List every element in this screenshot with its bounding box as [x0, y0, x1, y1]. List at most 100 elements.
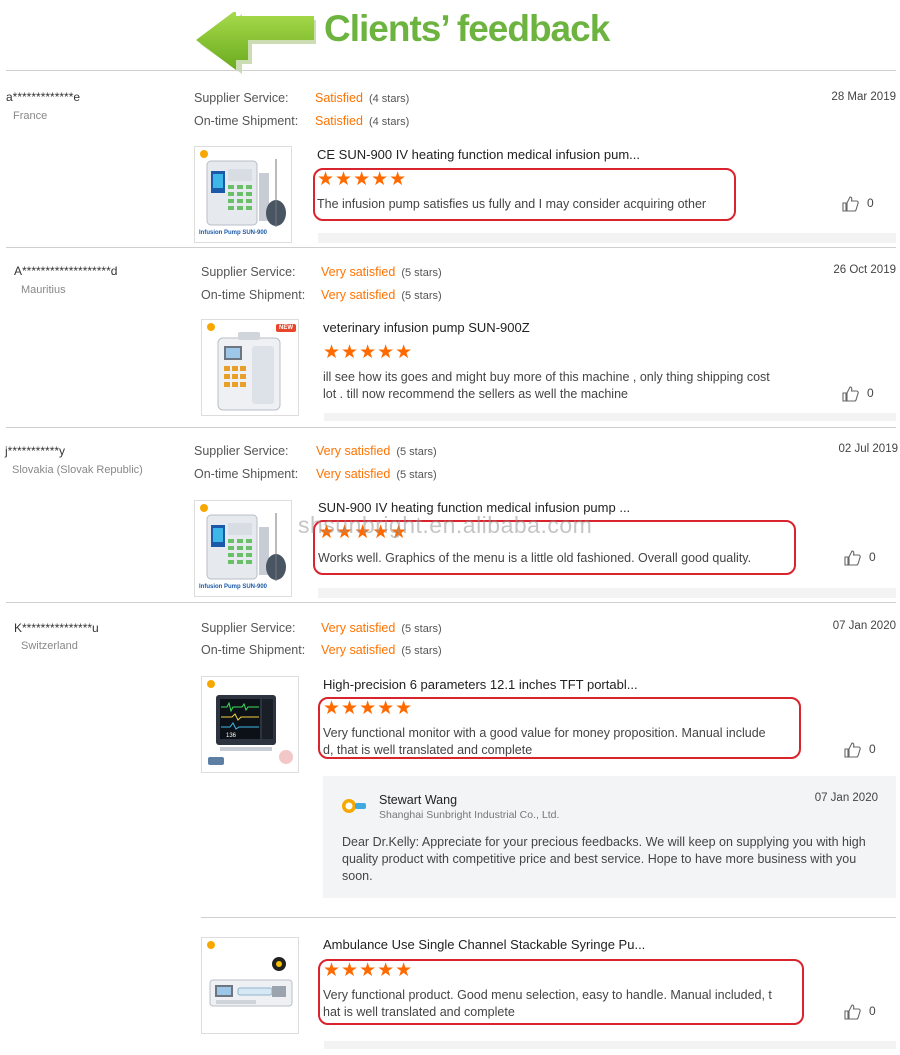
svg-text:136: 136 [226, 733, 237, 739]
supplier-service-rating: Very satisfied (5 stars) [321, 265, 442, 279]
veterinary-pump-image [207, 323, 281, 411]
product-thumbnail[interactable]: 136 [201, 676, 299, 773]
new-badge: NEW [276, 324, 296, 332]
shipment-label: On-time Shipment: [201, 288, 306, 302]
card-footer-bar [324, 413, 896, 421]
supplier-stars-count: (5 stars) [401, 623, 442, 635]
review-text: The infusion pump satisfies us fully and… [317, 197, 707, 211]
divider [201, 917, 896, 918]
like-button[interactable]: 0 [842, 196, 874, 212]
like-button[interactable]: 0 [844, 1004, 876, 1020]
review-line: lot . till now recommend the sellers as … [323, 387, 628, 401]
like-button[interactable]: 0 [844, 550, 876, 566]
thumbnail-caption: Infusion Pump SUN-900 [199, 584, 268, 590]
card-footer-bar [318, 588, 896, 598]
seller-reply: Stewart Wang Shanghai Sunbright Industri… [323, 776, 896, 898]
star-rating: ★★★★★ [317, 169, 408, 190]
product-thumbnail[interactable] [201, 937, 299, 1034]
product-thumbnail[interactable]: NEW [201, 319, 299, 416]
shipment-label: On-time Shipment: [194, 114, 299, 128]
supplier-service-rating: Very satisfied (5 stars) [321, 621, 442, 635]
banner-title: Clients’ feedback [324, 8, 610, 49]
product-title-link[interactable]: veterinary infusion pump SUN-900Z [323, 320, 530, 335]
buyer-name: j***********y [5, 444, 66, 458]
shipment-stars-count: (5 stars) [396, 469, 437, 481]
reply-line: soon. [342, 869, 373, 883]
thumbs-up-icon [842, 386, 859, 402]
supplier-stars-count: (5 stars) [396, 446, 437, 458]
buyer-name: K***************u [14, 621, 99, 635]
like-count: 0 [867, 386, 874, 401]
supplier-service-label: Supplier Service: [194, 444, 289, 458]
shipment-rating: Very satisfied (5 stars) [321, 288, 442, 302]
shipment-stars-count: (5 stars) [401, 645, 442, 657]
seller-logo-icon [342, 799, 366, 813]
supplier-stars-count: (4 stars) [368, 93, 410, 105]
thumbs-up-icon [844, 742, 861, 758]
shipment-rating: Very satisfied (5 stars) [321, 643, 442, 657]
like-button[interactable]: 0 [844, 742, 876, 758]
divider [6, 70, 896, 71]
shipment-label: On-time Shipment: [201, 643, 306, 657]
star-rating: ★★★★★ [323, 698, 414, 719]
card-footer-bar [318, 233, 896, 243]
product-title-link[interactable]: High-precision 6 parameters 12.1 inches … [323, 677, 638, 692]
star-rating: ★★★★★ [323, 960, 414, 981]
product-thumbnail[interactable]: Infusion Pump SUN-900 [194, 146, 292, 243]
like-count: 0 [869, 742, 876, 757]
banner-arrow-icon [196, 12, 316, 74]
buyer-country: France [13, 110, 48, 122]
review-date: 07 Jan 2020 [832, 620, 896, 632]
shipment-label: On-time Shipment: [194, 467, 299, 481]
review-date: 02 Jul 2019 [838, 443, 898, 455]
watermark: shsunbright.en.alibaba.com [298, 512, 593, 538]
review-line: hat is well translated and complete [323, 1005, 515, 1019]
buyer-country: Mauritius [21, 284, 66, 296]
infusion-pump-image [200, 150, 286, 227]
reply-company: Shanghai Sunbright Industrial Co., Ltd. [379, 809, 560, 821]
buyer-country: Switzerland [21, 640, 78, 652]
supplier-service-label: Supplier Service: [201, 265, 296, 279]
review-text: Works well. Graphics of the menu is a li… [318, 551, 752, 565]
syringe-pump-image [207, 941, 293, 1007]
shipment-stars-count: (4 stars) [368, 116, 410, 128]
reply-line: quality product with competitive price a… [342, 852, 857, 866]
buyer-country: Slovakia (Slovak Republic) [12, 464, 143, 476]
divider [6, 427, 896, 428]
review-text: Very functional monitor with a good valu… [323, 725, 793, 759]
supplier-service-label: Supplier Service: [201, 621, 296, 635]
review-line: Very functional product. Good menu selec… [323, 988, 772, 1002]
like-count: 0 [869, 550, 876, 565]
patient-monitor-image: 136 [207, 680, 293, 765]
like-count: 0 [869, 1004, 876, 1019]
shipment-rating: Very satisfied (5 stars) [316, 467, 437, 481]
buyer-name: a*************e [6, 90, 81, 104]
card-footer-bar [324, 1041, 896, 1049]
supplier-service-rating: Very satisfied (5 stars) [316, 444, 437, 458]
infusion-pump-image [200, 504, 286, 581]
shipment-stars-count: (5 stars) [401, 290, 442, 302]
reply-line: Dear Dr.Kelly: Appreciate for your preci… [342, 835, 866, 849]
thumbnail-caption: Infusion Pump SUN-900 [199, 230, 268, 236]
review-date: 26 Oct 2019 [833, 264, 896, 276]
thumbs-up-icon [844, 1004, 861, 1020]
reply-date: 07 Jan 2020 [814, 792, 878, 804]
divider [6, 602, 896, 603]
star-rating: ★★★★★ [323, 342, 414, 363]
like-button[interactable]: 0 [842, 386, 874, 402]
review-line: ill see how its goes and might buy more … [323, 370, 770, 384]
buyer-name: A*******************d [14, 264, 118, 278]
supplier-stars-count: (5 stars) [401, 267, 442, 279]
review-line: d, that is well translated and complete [323, 743, 533, 757]
thumbs-up-icon [842, 196, 859, 212]
review-text: Very functional product. Good menu selec… [323, 987, 793, 1021]
reply-text: Dear Dr.Kelly: Appreciate for your preci… [342, 834, 887, 885]
product-title-link[interactable]: CE SUN-900 IV heating function medical i… [317, 147, 640, 162]
product-thumbnail[interactable]: Infusion Pump SUN-900 [194, 500, 292, 597]
thumbs-up-icon [844, 550, 861, 566]
product-title-link[interactable]: Ambulance Use Single Channel Stackable S… [323, 937, 645, 952]
supplier-service-label: Supplier Service: [194, 91, 289, 105]
divider [6, 247, 896, 248]
like-count: 0 [867, 196, 874, 211]
review-date: 28 Mar 2019 [831, 91, 896, 103]
